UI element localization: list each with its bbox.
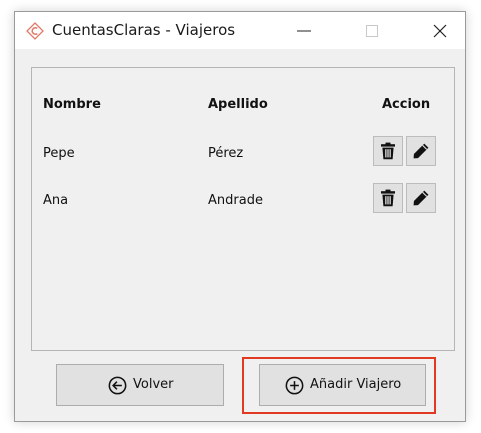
edit-button[interactable]	[406, 136, 436, 166]
arrow-left-circle-icon	[108, 376, 127, 395]
cell-nombre: Pepe	[43, 146, 75, 161]
table-row: Ana Andrade	[32, 183, 454, 217]
table-row: Pepe Pérez	[32, 136, 454, 170]
volver-label: Volver	[133, 377, 174, 392]
cell-nombre: Ana	[43, 193, 69, 208]
maximize-button[interactable]	[349, 12, 395, 49]
pencil-icon	[413, 190, 429, 206]
app-window: CuentasClaras - Viajeros Nombre Apellido…	[14, 11, 466, 422]
delete-button[interactable]	[373, 183, 403, 213]
plus-circle-icon	[285, 376, 304, 395]
trash-icon	[381, 189, 395, 207]
edit-button[interactable]	[406, 183, 436, 213]
minimize-button[interactable]	[281, 12, 327, 49]
volver-button[interactable]: Volver	[56, 364, 224, 406]
column-header-apellido: Apellido	[208, 97, 268, 112]
travelers-table: Nombre Apellido Accion Pepe Pérez Ana An…	[31, 67, 455, 351]
trash-icon	[381, 142, 395, 160]
column-header-accion: Accion	[382, 97, 431, 112]
column-header-nombre: Nombre	[43, 97, 101, 112]
close-icon	[433, 24, 447, 38]
cell-apellido: Andrade	[208, 193, 263, 208]
app-logo-icon	[26, 22, 44, 40]
pencil-icon	[413, 143, 429, 159]
add-traveler-label: Añadir Viajero	[310, 377, 402, 392]
minimize-icon	[297, 30, 311, 32]
title-bar[interactable]: CuentasClaras - Viajeros	[15, 12, 465, 49]
delete-button[interactable]	[373, 136, 403, 166]
close-button[interactable]	[417, 12, 463, 49]
maximize-icon	[366, 25, 378, 37]
cell-apellido: Pérez	[208, 146, 244, 161]
window-title: CuentasClaras - Viajeros	[52, 21, 236, 39]
add-traveler-button[interactable]: Añadir Viajero	[259, 364, 426, 406]
